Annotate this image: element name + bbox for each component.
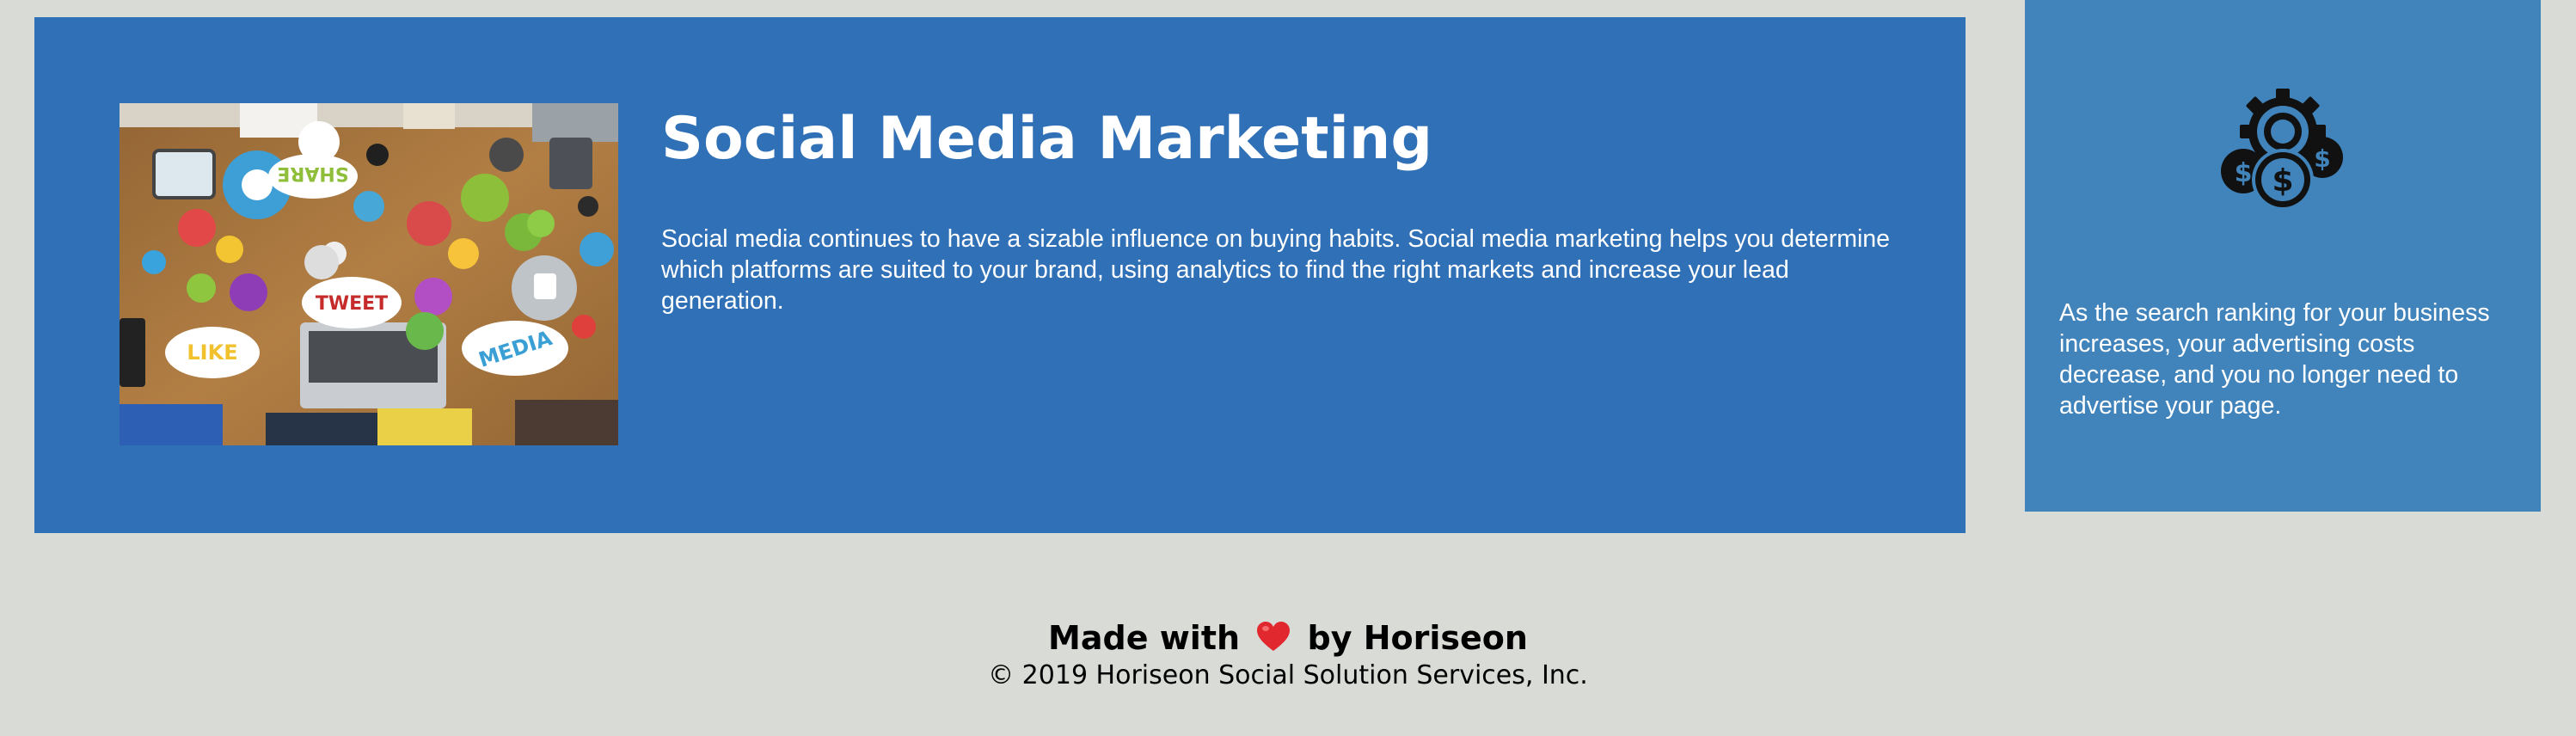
svg-text:$: $ bbox=[2235, 158, 2253, 188]
page-footer: Made with by Horiseon © 2019 Horiseon So… bbox=[0, 617, 2576, 693]
section-title: Social Media Marketing bbox=[661, 105, 1433, 173]
social-media-marketing-image: SHARE TWEET LIKE MEDIA bbox=[120, 103, 618, 445]
social-media-marketing-section: SHARE TWEET LIKE MEDIA Social Media Mark… bbox=[34, 17, 1966, 533]
cost-savings-icon: $ $ $ bbox=[2221, 89, 2343, 211]
svg-text:$: $ bbox=[2272, 163, 2293, 199]
heart-icon bbox=[1257, 622, 1291, 651]
svg-text:TWEET: TWEET bbox=[316, 293, 388, 315]
made-with-suffix: by Horiseon bbox=[1307, 619, 1528, 657]
svg-text:$: $ bbox=[2314, 144, 2330, 173]
benefit-cost-card: $ $ $ As the search ranking for your bus… bbox=[2025, 0, 2541, 512]
svg-text:SHARE: SHARE bbox=[277, 163, 348, 184]
copyright-text: © 2019 Horiseon Social Solution Services… bbox=[988, 660, 1588, 690]
benefit-cost-text: As the search ranking for your business … bbox=[2059, 299, 2490, 420]
svg-text:LIKE: LIKE bbox=[187, 340, 237, 365]
section-description: Social media continues to have a sizable… bbox=[661, 225, 1891, 315]
made-with-line: Made with by Horiseon bbox=[0, 617, 2576, 659]
made-with-prefix: Made with bbox=[1048, 619, 1241, 657]
